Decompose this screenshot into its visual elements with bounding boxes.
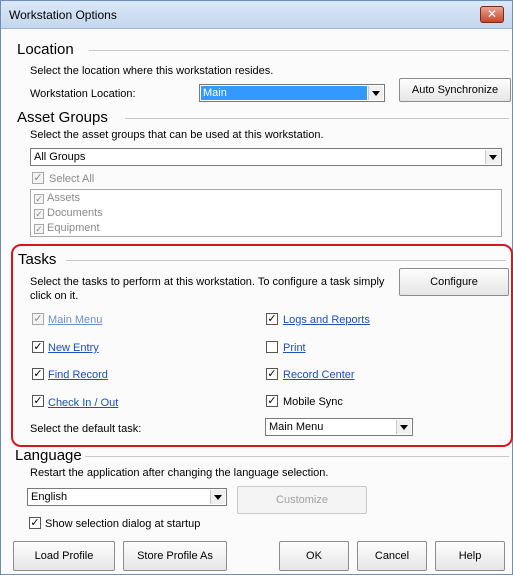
default-task-value: Main Menu — [269, 421, 324, 433]
asset-group-checkbox-documents[interactable]: ✓ — [34, 209, 44, 219]
help-button[interactable]: Help — [435, 541, 505, 571]
asset-groups-list[interactable]: ✓ Assets ✓ Documents ✓ Equipment — [30, 189, 502, 237]
chevron-down-icon[interactable] — [396, 420, 411, 434]
customize-button[interactable]: Customize — [237, 486, 367, 514]
language-divider — [85, 456, 509, 457]
asset-group-select[interactable]: All Groups — [30, 148, 502, 166]
task-checkbox-logs-and-reports[interactable]: ✓ — [266, 313, 278, 325]
close-icon: ✕ — [486, 7, 498, 21]
language-select[interactable]: English — [27, 488, 227, 506]
task-checkbox-mobile-sync[interactable]: ✓ — [266, 395, 278, 407]
task-label-mobile-sync: Mobile Sync — [283, 396, 343, 408]
asset-group-checkbox-assets[interactable]: ✓ — [34, 194, 44, 204]
close-button[interactable]: ✕ — [480, 6, 504, 23]
task-link-print[interactable]: Print — [283, 342, 306, 354]
task-checkbox-print[interactable] — [266, 341, 278, 353]
asset-group-label-documents: Documents — [47, 207, 103, 219]
configure-button[interactable]: Configure — [399, 268, 509, 296]
workstation-options-dialog: Workstation Options ✕ Location Select th… — [0, 0, 513, 575]
asset-groups-heading: Asset Groups — [17, 109, 108, 126]
auto-synchronize-button[interactable]: Auto Synchronize — [399, 78, 511, 102]
tasks-heading: Tasks — [18, 251, 57, 268]
asset-group-value: All Groups — [34, 151, 86, 163]
title-bar: Workstation Options ✕ — [1, 1, 512, 29]
task-link-logs-and-reports[interactable]: Logs and Reports — [283, 314, 370, 326]
asset-groups-description: Select the asset groups that can be used… — [30, 129, 324, 141]
location-heading: Location — [17, 41, 74, 58]
task-link-find-record[interactable]: Find Record — [48, 369, 108, 381]
chevron-down-icon[interactable] — [485, 150, 500, 164]
task-checkbox-new-entry[interactable]: ✓ — [32, 341, 44, 353]
default-task-select[interactable]: Main Menu — [265, 418, 413, 436]
show-selection-dialog-checkbox[interactable]: ✓ — [29, 517, 41, 529]
task-checkbox-check-in-out[interactable]: ✓ — [32, 395, 44, 407]
workstation-location-select[interactable]: Main — [199, 84, 385, 102]
ok-button[interactable]: OK — [279, 541, 349, 571]
location-description: Select the location where this workstati… — [30, 65, 274, 77]
show-selection-dialog-label: Show selection dialog at startup — [45, 518, 201, 530]
task-checkbox-record-center[interactable]: ✓ — [266, 368, 278, 380]
chevron-down-icon[interactable] — [368, 86, 383, 100]
store-profile-as-button[interactable]: Store Profile As — [123, 541, 227, 571]
language-description: Restart the application after changing t… — [30, 467, 329, 479]
workstation-location-value: Main — [201, 86, 367, 100]
task-link-main-menu[interactable]: Main Menu — [48, 314, 102, 326]
tasks-description: Select the tasks to perform at this work… — [30, 276, 385, 302]
task-checkbox-find-record[interactable]: ✓ — [32, 368, 44, 380]
asset-groups-divider — [125, 118, 509, 119]
language-value: English — [31, 491, 68, 503]
chevron-down-icon[interactable] — [210, 490, 225, 504]
cancel-button[interactable]: Cancel — [357, 541, 427, 571]
language-heading: Language — [15, 447, 82, 464]
asset-group-label-equipment: Equipment — [47, 222, 100, 234]
load-profile-button[interactable]: Load Profile — [13, 541, 115, 571]
task-link-record-center[interactable]: Record Center — [283, 369, 355, 381]
task-checkbox-main-menu[interactable]: ✓ — [32, 313, 44, 325]
asset-group-label-assets: Assets — [47, 192, 81, 204]
select-all-label: Select All — [49, 173, 95, 185]
task-link-check-in-out[interactable]: Check In / Out — [48, 397, 118, 409]
tasks-divider — [66, 260, 506, 261]
workstation-location-label: Workstation Location: — [30, 88, 136, 100]
select-all-checkbox[interactable]: ✓ — [32, 172, 44, 184]
default-task-label: Select the default task: — [30, 423, 142, 435]
asset-group-checkbox-equipment[interactable]: ✓ — [34, 224, 44, 234]
location-divider — [89, 50, 509, 51]
window-title: Workstation Options — [9, 8, 117, 22]
task-link-new-entry[interactable]: New Entry — [48, 342, 99, 354]
